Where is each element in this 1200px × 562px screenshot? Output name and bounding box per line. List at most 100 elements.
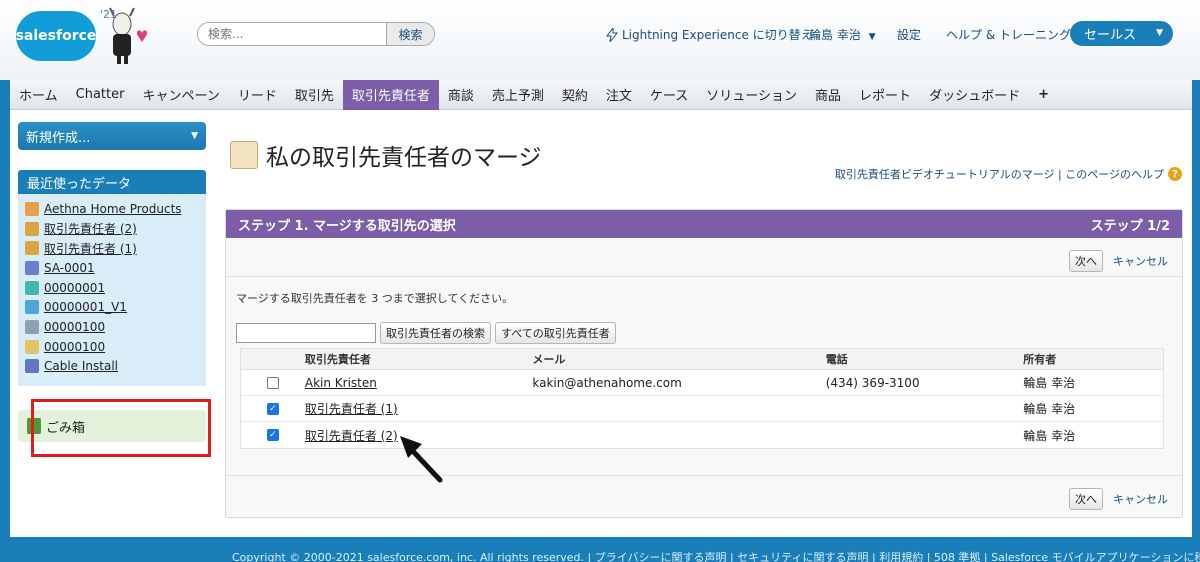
search-button[interactable]: 検索	[386, 23, 434, 45]
contract-icon	[25, 339, 39, 354]
cancel-link[interactable]: キャンセル	[1113, 253, 1168, 269]
tab-item[interactable]: 商談	[439, 80, 483, 110]
phone-cell: (434) 369-3100	[825, 375, 920, 390]
contact-icon	[25, 221, 39, 236]
divider	[226, 475, 1182, 476]
entitlement-icon	[25, 280, 39, 295]
lightning-bolt-icon	[606, 27, 618, 42]
work-type-icon	[25, 359, 39, 374]
contact-search-row: 取引先責任者の検索 すべての取引先責任者	[236, 322, 616, 344]
logo-text: salesforce	[15, 28, 97, 44]
page-help-link[interactable]: このページのヘルプ	[1065, 166, 1164, 182]
table-row: Akin Kristen kakin@athenahome.com (434) 36…	[241, 370, 1163, 396]
recent-item-label[interactable]: Aethna Home Products	[44, 202, 182, 216]
name-cell: Akin Kristen	[305, 376, 533, 390]
tab-item[interactable]: ソリューション	[697, 80, 806, 110]
user-menu[interactable]: 輪島 幸治 ▼	[809, 26, 876, 43]
tab-item[interactable]: 商品	[806, 80, 850, 110]
user-name: 輪島 幸治	[809, 28, 861, 42]
recent-item[interactable]: Cable Install	[25, 357, 206, 377]
contact-name-link[interactable]: 取引先責任者 (1)	[305, 402, 398, 416]
select-cell: ✓	[241, 402, 305, 415]
email-cell: kakin@athenahome.com	[532, 375, 682, 390]
recent-item[interactable]: 00000001	[25, 278, 206, 298]
salesforce-logo[interactable]: salesforce	[16, 11, 96, 61]
recent-item[interactable]: 00000001_V1	[25, 297, 206, 317]
chevron-down-icon: ▼	[868, 32, 876, 42]
help-links: 取引先責任者ビデオチュートリアルのマージ | このページのヘルプ ?	[835, 166, 1182, 182]
document-icon	[25, 300, 39, 315]
page-title-text: 私の取引先責任者のマージ	[266, 145, 542, 171]
tab-item[interactable]: ダッシュボード	[920, 80, 1029, 110]
pointer-arrow-icon	[400, 436, 443, 483]
contact-search-input[interactable]	[236, 323, 376, 343]
merge-step-panel: ステップ 1. マージする取引先の選択 ステップ 1/2 次へ キャンセル マー…	[225, 209, 1183, 518]
service-agreement-icon	[25, 260, 39, 275]
highlight-box	[31, 399, 211, 457]
footer-text: Copyright © 2000-2021 salesforce.com, in…	[232, 551, 1200, 562]
recent-item[interactable]: 00000100	[25, 337, 206, 357]
next-button[interactable]: 次へ	[1069, 250, 1103, 272]
tab-item[interactable]: 取引先責任者	[342, 79, 439, 110]
recent-item[interactable]: 取引先責任者 (1)	[25, 238, 206, 258]
app-name: セールス	[1084, 28, 1137, 43]
global-search[interactable]: 検索	[197, 22, 435, 46]
create-new-button[interactable]: 新規作成... ▼	[18, 122, 206, 150]
recent-item-label[interactable]: 00000001	[44, 281, 105, 295]
tab-item[interactable]: 売上予測	[483, 80, 553, 110]
recent-item[interactable]: SA-0001	[25, 258, 206, 278]
tab-item[interactable]: リード	[229, 80, 286, 110]
recent-item-label[interactable]: 00000100	[44, 340, 105, 354]
column-header: 電話	[825, 353, 848, 366]
recent-item-label[interactable]: 取引先責任者 (1)	[44, 240, 137, 257]
all-tabs-plus-icon[interactable]: +	[1029, 80, 1058, 110]
page-title: 私の取引先責任者のマージ	[230, 138, 542, 172]
tab-item[interactable]: キャンペーン	[133, 80, 228, 110]
tab-bar: ホーム Chatter キャンペーン リード 取引先 取引先責任者 商談 売上予測 契約 注文 ケー…	[10, 79, 1192, 110]
all-contacts-button[interactable]: すべての取引先責任者	[495, 322, 616, 344]
cancel-link[interactable]: キャンセル	[1113, 491, 1168, 507]
next-button[interactable]: 次へ	[1069, 488, 1103, 510]
help-icon[interactable]: ?	[1168, 167, 1182, 181]
table-header: 取引先責任者 メール 電話 所有者	[241, 349, 1163, 370]
tab-item[interactable]: 注文	[597, 80, 641, 110]
app-switcher[interactable]: セールス ▼	[1070, 21, 1173, 46]
recent-item-label[interactable]: 00000001_V1	[44, 300, 127, 314]
select-checkbox[interactable]	[266, 376, 279, 389]
contact-name-link[interactable]: 取引先責任者 (2)	[305, 429, 398, 443]
setup-link[interactable]: 設定	[897, 26, 921, 43]
column-header: メール	[532, 353, 566, 366]
instruction-text: マージする取引先責任者を 3 つまで選択してください。	[236, 292, 514, 305]
recent-items-heading: 最近使ったデータ	[18, 170, 206, 194]
search-contacts-button[interactable]: 取引先責任者の検索	[380, 322, 491, 344]
tab-item[interactable]: ホーム	[10, 80, 67, 110]
select-cell: ✓	[241, 429, 305, 441]
search-input[interactable]	[198, 23, 386, 45]
tab-item[interactable]: ケース	[641, 80, 697, 110]
select-checkbox[interactable]: ✓	[266, 429, 279, 441]
select-checkbox[interactable]: ✓	[266, 402, 279, 415]
recent-item-label[interactable]: 取引先責任者 (2)	[44, 220, 137, 237]
tab-item[interactable]: レポート	[850, 80, 920, 110]
recent-item-label[interactable]: SA-0001	[44, 261, 95, 275]
step-title: ステップ 1. マージする取引先の選択	[238, 218, 456, 234]
tab-item[interactable]: 契約	[553, 80, 597, 110]
video-tutorial-link[interactable]: 取引先責任者ビデオチュートリアルのマージ	[835, 166, 1055, 182]
chevron-down-icon: ▼	[191, 131, 198, 141]
owner-cell: 輪島 幸治	[1023, 402, 1076, 416]
recent-item[interactable]: Aethna Home Products	[25, 199, 206, 219]
create-new-label: 新規作成...	[26, 130, 91, 146]
contact-name-link[interactable]: Akin Kristen	[305, 376, 377, 390]
top-button-row: 次へ キャンセル	[1069, 250, 1168, 272]
tab-item[interactable]: Chatter	[67, 80, 134, 110]
recent-item[interactable]: 取引先責任者 (2)	[25, 219, 206, 239]
mascot-year: '21	[100, 8, 118, 21]
name-cell: 取引先責任者 (1)	[305, 400, 533, 417]
recent-item-label[interactable]: Cable Install	[44, 359, 118, 373]
recent-item-label[interactable]: 00000100	[44, 320, 105, 334]
recent-item[interactable]: 00000100	[25, 317, 206, 337]
tab-item[interactable]: 取引先	[286, 80, 343, 110]
lightning-link-text: Lightning Experience に切り替え	[622, 28, 813, 42]
help-training-link[interactable]: ヘルプ & トレーニング	[946, 26, 1071, 43]
lightning-switch-link[interactable]: Lightning Experience に切り替え	[606, 26, 813, 43]
